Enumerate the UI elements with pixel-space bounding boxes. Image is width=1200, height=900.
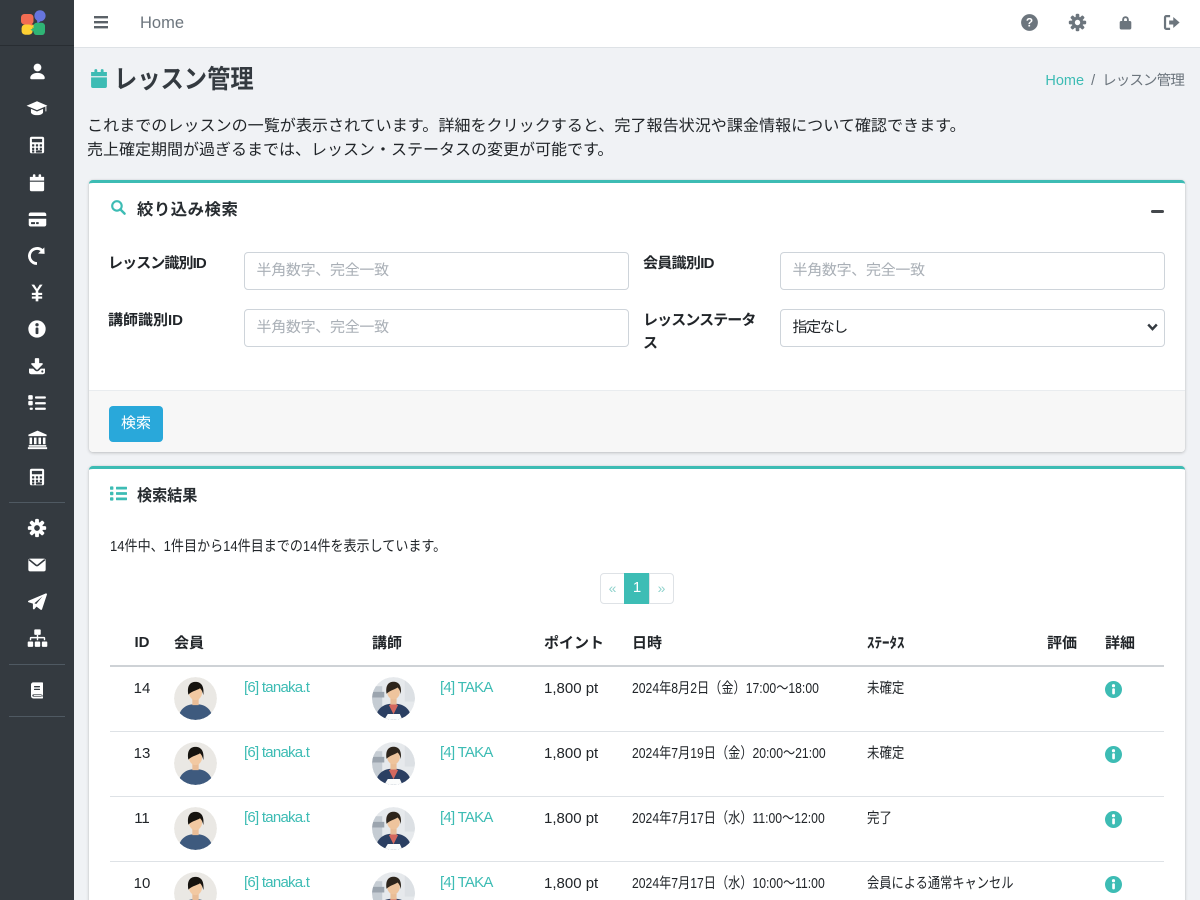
svg-text:?: ? — [1026, 15, 1033, 29]
